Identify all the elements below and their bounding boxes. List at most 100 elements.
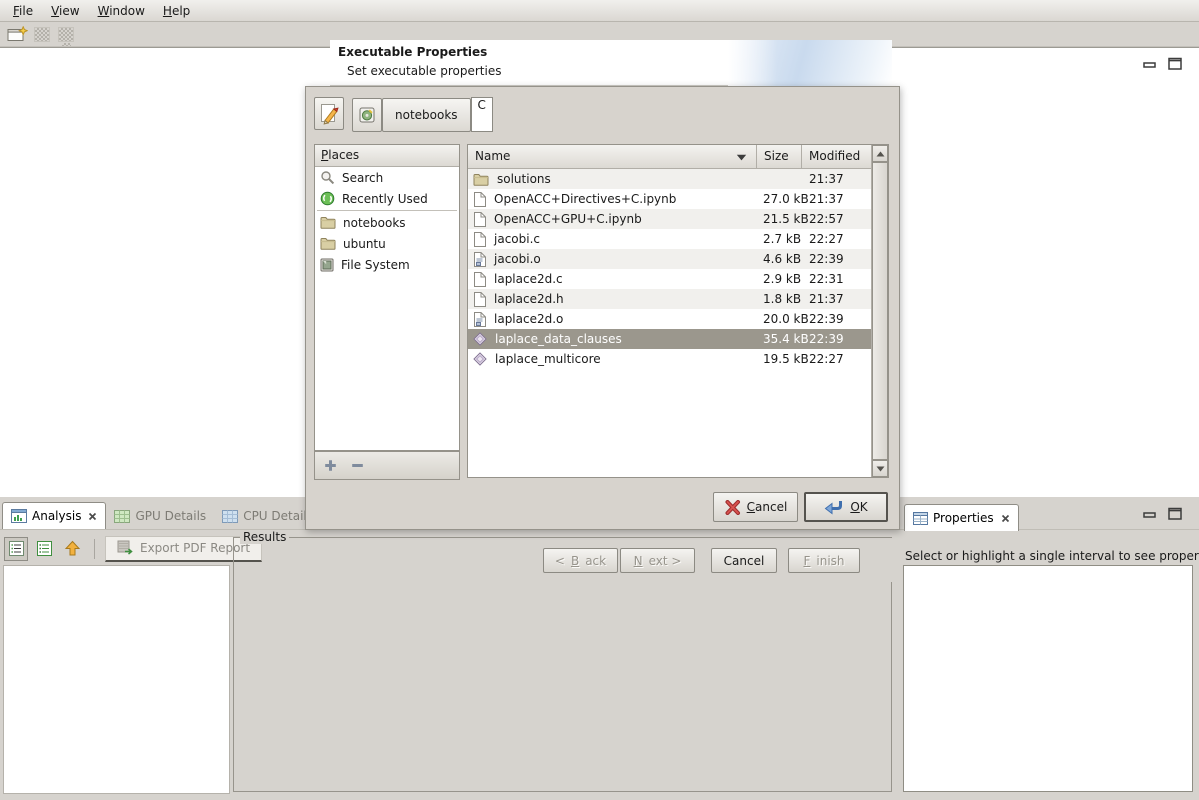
file-name: laplace_data_clauses xyxy=(495,332,622,346)
file-list-header: Name Size Modified xyxy=(468,145,888,169)
file-row[interactable]: laplace2d.o20.0 kB22:39 xyxy=(468,309,871,329)
place-file-system[interactable]: File System xyxy=(315,254,459,275)
recent-icon xyxy=(320,191,335,206)
drive-icon xyxy=(320,258,334,272)
scroll-down-icon[interactable] xyxy=(872,460,888,477)
menu-file[interactable]: File xyxy=(4,2,42,20)
wizard-back-button[interactable]: < Back xyxy=(543,548,618,573)
file-name: laplace2d.c xyxy=(494,272,563,286)
file-row[interactable]: jacobi.o4.6 kB22:39 xyxy=(468,249,871,269)
file-row[interactable]: laplace_data_clauses35.4 kB22:39 xyxy=(468,329,871,349)
minimize-icon[interactable] xyxy=(1143,512,1156,518)
file-size: 20.0 kB xyxy=(757,312,802,326)
tab-properties-label: Properties xyxy=(933,511,994,525)
file-name: jacobi.c xyxy=(494,232,540,246)
file-chooser-dialog: notebooksC Places SearchRecently Usednot… xyxy=(305,86,900,530)
tab-label: CPU Details xyxy=(243,509,313,523)
save-all-icon xyxy=(58,27,74,42)
cancel-button[interactable]: Cancel xyxy=(713,492,798,522)
scroll-thumb[interactable] xyxy=(872,162,888,460)
ok-button[interactable]: OK xyxy=(804,492,888,522)
file-modified: 22:39 xyxy=(802,312,871,326)
file-name: laplace_multicore xyxy=(495,352,601,366)
document-icon xyxy=(473,192,486,207)
analysis-content xyxy=(3,565,230,794)
file-size: 21.5 kB xyxy=(757,212,802,226)
properties-box xyxy=(903,565,1193,792)
tab-properties[interactable]: Properties xyxy=(904,504,1019,531)
object-icon xyxy=(473,312,486,327)
file-name: solutions xyxy=(497,172,551,186)
maximize-icon[interactable] xyxy=(1168,57,1182,70)
path-notebooks-button[interactable]: notebooks xyxy=(382,98,471,132)
file-row[interactable]: OpenACC+GPU+C.ipynb21.5 kB22:57 xyxy=(468,209,871,229)
tab-gpu-details[interactable]: GPU Details xyxy=(106,503,214,529)
file-name: laplace2d.h xyxy=(494,292,564,306)
flat-list-view-button[interactable] xyxy=(4,537,28,561)
file-row[interactable]: laplace_multicore19.5 kB22:27 xyxy=(468,349,871,369)
places-panel: Places Search Recently Used notebooksubunt… xyxy=(314,144,460,451)
toolbar-separator xyxy=(94,539,95,559)
column-header-modified[interactable]: Modified xyxy=(802,145,871,169)
places-list: Search Recently Used notebooksubuntu File S… xyxy=(315,167,459,275)
close-icon[interactable] xyxy=(1001,514,1010,523)
place-recently-used[interactable]: Recently Used xyxy=(315,188,459,209)
wizard-finish-button[interactable]: Finish xyxy=(788,548,860,573)
file-size: 35.4 kB xyxy=(757,332,802,346)
tab-analysis[interactable]: Analysis xyxy=(2,502,106,529)
scroll-up-icon[interactable] xyxy=(872,145,888,162)
file-row[interactable]: jacobi.c2.7 kB22:27 xyxy=(468,229,871,249)
wizard-next-button[interactable]: Next > xyxy=(620,548,695,573)
column-header-size[interactable]: Size xyxy=(757,145,802,169)
file-row[interactable]: OpenACC+Directives+C.ipynb27.0 kB21:37 xyxy=(468,189,871,209)
places-separator xyxy=(317,210,457,211)
file-modified: 22:27 xyxy=(802,232,871,246)
menubar: FileViewWindowHelp xyxy=(0,0,1199,22)
file-row[interactable]: laplace2d.c2.9 kB22:31 xyxy=(468,269,871,289)
menu-help[interactable]: Help xyxy=(154,2,199,20)
file-rows: solutions21:37OpenACC+Directives+C.ipynb… xyxy=(468,169,871,369)
place-label: Search xyxy=(342,171,383,185)
new-session-icon[interactable] xyxy=(7,26,28,43)
file-name: jacobi.o xyxy=(494,252,541,266)
remove-bookmark-button[interactable] xyxy=(351,459,364,472)
properties-message: Select or highlight a single interval to… xyxy=(905,549,1199,563)
column-header-name[interactable]: Name xyxy=(468,145,757,169)
places-header-label: Places xyxy=(321,148,359,162)
root-icon xyxy=(359,107,375,123)
tab-label: GPU Details xyxy=(135,509,206,523)
menu-view[interactable]: View xyxy=(42,2,88,20)
wizard-cancel-button[interactable]: Cancel xyxy=(711,548,777,573)
minimize-icon[interactable] xyxy=(1143,62,1156,68)
path-root-button[interactable] xyxy=(352,98,382,132)
menu-window[interactable]: Window xyxy=(89,2,154,20)
properties-icon xyxy=(913,512,928,525)
maximize-icon[interactable] xyxy=(1168,507,1182,520)
file-row[interactable]: laplace2d.h 1.8 kB21:37 xyxy=(468,289,871,309)
cpu-details-icon xyxy=(222,510,238,523)
place-ubuntu[interactable]: ubuntu xyxy=(315,233,459,254)
tree-list-view-button[interactable] xyxy=(32,537,56,561)
places-header[interactable]: Places xyxy=(315,145,459,167)
file-size: 1.8 kB xyxy=(757,292,802,306)
scrollbar[interactable] xyxy=(871,145,888,477)
file-row[interactable]: solutions21:37 xyxy=(468,169,871,189)
file-name: OpenACC+GPU+C.ipynb xyxy=(494,212,642,226)
ok-label: OK xyxy=(850,500,867,514)
add-bookmark-button[interactable] xyxy=(324,459,337,472)
place-search[interactable]: Search xyxy=(315,167,459,188)
close-icon[interactable] xyxy=(88,512,97,521)
file-modified: 22:27 xyxy=(802,352,871,366)
place-label: File System xyxy=(341,258,410,272)
cancel-label: Cancel xyxy=(747,500,788,514)
path-c-button[interactable]: C xyxy=(471,97,493,132)
file-modified: 21:37 xyxy=(802,292,871,306)
file-list: Name Size Modified solutions21:37OpenACC… xyxy=(467,144,889,478)
place-notebooks[interactable]: notebooks xyxy=(315,212,459,233)
sort-desc-icon xyxy=(736,154,747,161)
up-arrow-icon[interactable] xyxy=(60,537,84,561)
file-modified: 22:31 xyxy=(802,272,871,286)
type-filename-button[interactable] xyxy=(314,97,344,130)
save-icon xyxy=(34,27,50,42)
document-icon xyxy=(473,232,486,247)
